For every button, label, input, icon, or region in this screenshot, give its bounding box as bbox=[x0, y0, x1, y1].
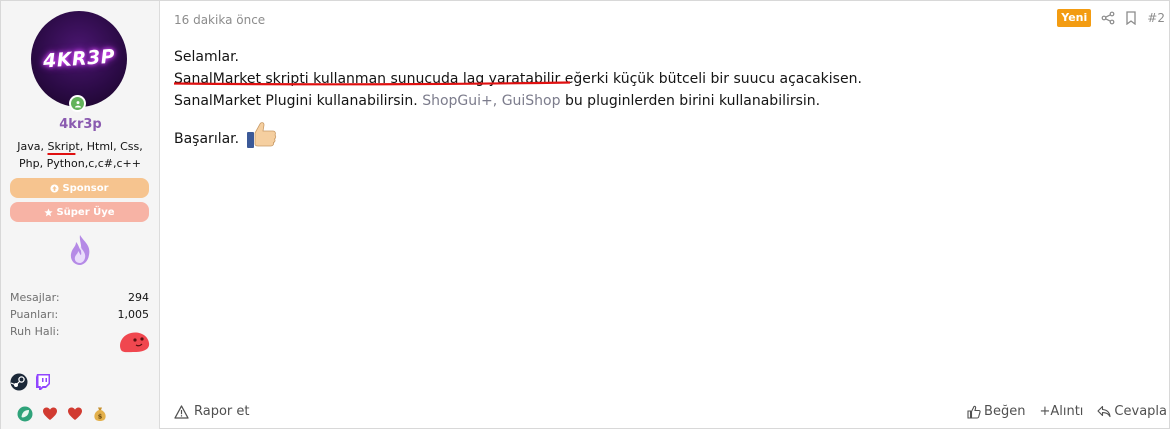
footer-actions: Beğen +Alıntı Cevapla bbox=[967, 404, 1167, 419]
trophy-icons: $ bbox=[17, 406, 108, 422]
twitch-icon[interactable] bbox=[34, 373, 52, 391]
message-line: Selamlar. bbox=[174, 49, 239, 65]
user-cell: 4KR3P 4kr3p Java, Skript, Html, Css, Php… bbox=[1, 1, 160, 429]
super-member-banner-label: Süper Üye bbox=[56, 206, 115, 218]
leaf-badge-icon[interactable] bbox=[17, 406, 33, 422]
new-badge: Yeni bbox=[1057, 9, 1092, 27]
online-status-icon bbox=[69, 95, 86, 112]
post-date-link[interactable]: 16 dakika önce bbox=[174, 13, 265, 27]
thumbs-up-emoji-icon bbox=[246, 120, 278, 157]
post-number-link[interactable]: #2 bbox=[1147, 11, 1165, 25]
svg-text:$: $ bbox=[98, 413, 103, 421]
like-label: Beğen bbox=[984, 404, 1026, 419]
heart-icon[interactable] bbox=[67, 406, 83, 422]
star-icon bbox=[44, 207, 54, 216]
reply-button[interactable]: Cevapla bbox=[1097, 404, 1167, 419]
sponsor-banner-label: Sponsor bbox=[62, 182, 109, 194]
stat-label: Mesajlar: bbox=[10, 291, 60, 304]
steam-icon[interactable] bbox=[10, 373, 28, 391]
red-underline-annotation bbox=[174, 81, 570, 86]
sponsor-banner: Sponsor bbox=[10, 178, 149, 198]
stat-value[interactable]: 1,005 bbox=[118, 306, 150, 323]
user-title-underlined: Skrip bbox=[47, 140, 76, 153]
money-bag-icon[interactable]: $ bbox=[92, 406, 108, 422]
up-arrow-circle-icon bbox=[50, 183, 59, 193]
report-label: Rapor et bbox=[194, 404, 250, 419]
message-text: eğerki küçük bütceli bir suucu açacakise… bbox=[564, 71, 862, 87]
warning-triangle-icon bbox=[174, 404, 189, 419]
thumbs-up-icon bbox=[967, 405, 981, 419]
like-button[interactable]: Beğen bbox=[967, 404, 1025, 419]
user-title-part: Java, bbox=[17, 140, 48, 153]
username-link[interactable]: 4kr3p bbox=[1, 117, 160, 132]
message-text: Başarılar. bbox=[174, 131, 240, 147]
stat-row-messages: Mesajlar: 294 bbox=[10, 289, 149, 306]
stat-label: Puanları: bbox=[10, 308, 59, 321]
reply-arrow-icon bbox=[1097, 405, 1111, 418]
avatar[interactable]: 4KR3P bbox=[31, 11, 127, 107]
separator-text: , bbox=[492, 93, 502, 109]
mood-smiley-icon[interactable] bbox=[117, 326, 151, 354]
user-title: Java, Skript, Html, Css, Php, Python,c,c… bbox=[11, 138, 149, 172]
heart-icon[interactable] bbox=[42, 406, 58, 422]
avatar-logo-text: 4KR3P bbox=[42, 45, 116, 73]
stat-label: Ruh Hali: bbox=[10, 325, 60, 338]
stat-row-points: Puanları: 1,005 bbox=[10, 306, 149, 323]
message-body: Selamlar. SanalMarket skripti kullanman … bbox=[174, 46, 1164, 157]
post-attribution-tools: Yeni #2 bbox=[1057, 9, 1169, 27]
quote-button[interactable]: +Alıntı bbox=[1039, 404, 1083, 419]
share-icon[interactable] bbox=[1101, 11, 1115, 25]
super-member-banner: Süper Üye bbox=[10, 202, 149, 222]
message-post: 4KR3P 4kr3p Java, Skript, Html, Css, Php… bbox=[0, 0, 1170, 429]
quote-label: +Alıntı bbox=[1039, 404, 1084, 419]
bookmark-icon[interactable] bbox=[1125, 11, 1137, 25]
message-footer: Rapor et Beğen +Alıntı Cevapla bbox=[161, 404, 1169, 426]
report-button[interactable]: Rapor et bbox=[174, 404, 250, 419]
message-text: SanalMarket Plugini kullanabilirsin. bbox=[174, 93, 423, 109]
contact-icons bbox=[10, 373, 52, 391]
guishop-link[interactable]: GuiShop bbox=[502, 93, 561, 109]
message-cell: 16 dakika önce Yeni #2 Selamlar. SanalMa… bbox=[161, 1, 1169, 429]
message-line: Başarılar. bbox=[174, 120, 1164, 157]
shopgui-link[interactable]: ShopGui+ bbox=[422, 93, 493, 109]
message-text: bu pluginlerden birini kullanabilirsin. bbox=[560, 93, 821, 109]
purple-flame-icon bbox=[70, 235, 90, 265]
reply-label: Cevapla bbox=[1114, 404, 1167, 419]
message-line: SanalMarket Plugini kullanabilirsin. Sho… bbox=[174, 90, 1164, 112]
stat-value[interactable]: 294 bbox=[128, 289, 149, 306]
